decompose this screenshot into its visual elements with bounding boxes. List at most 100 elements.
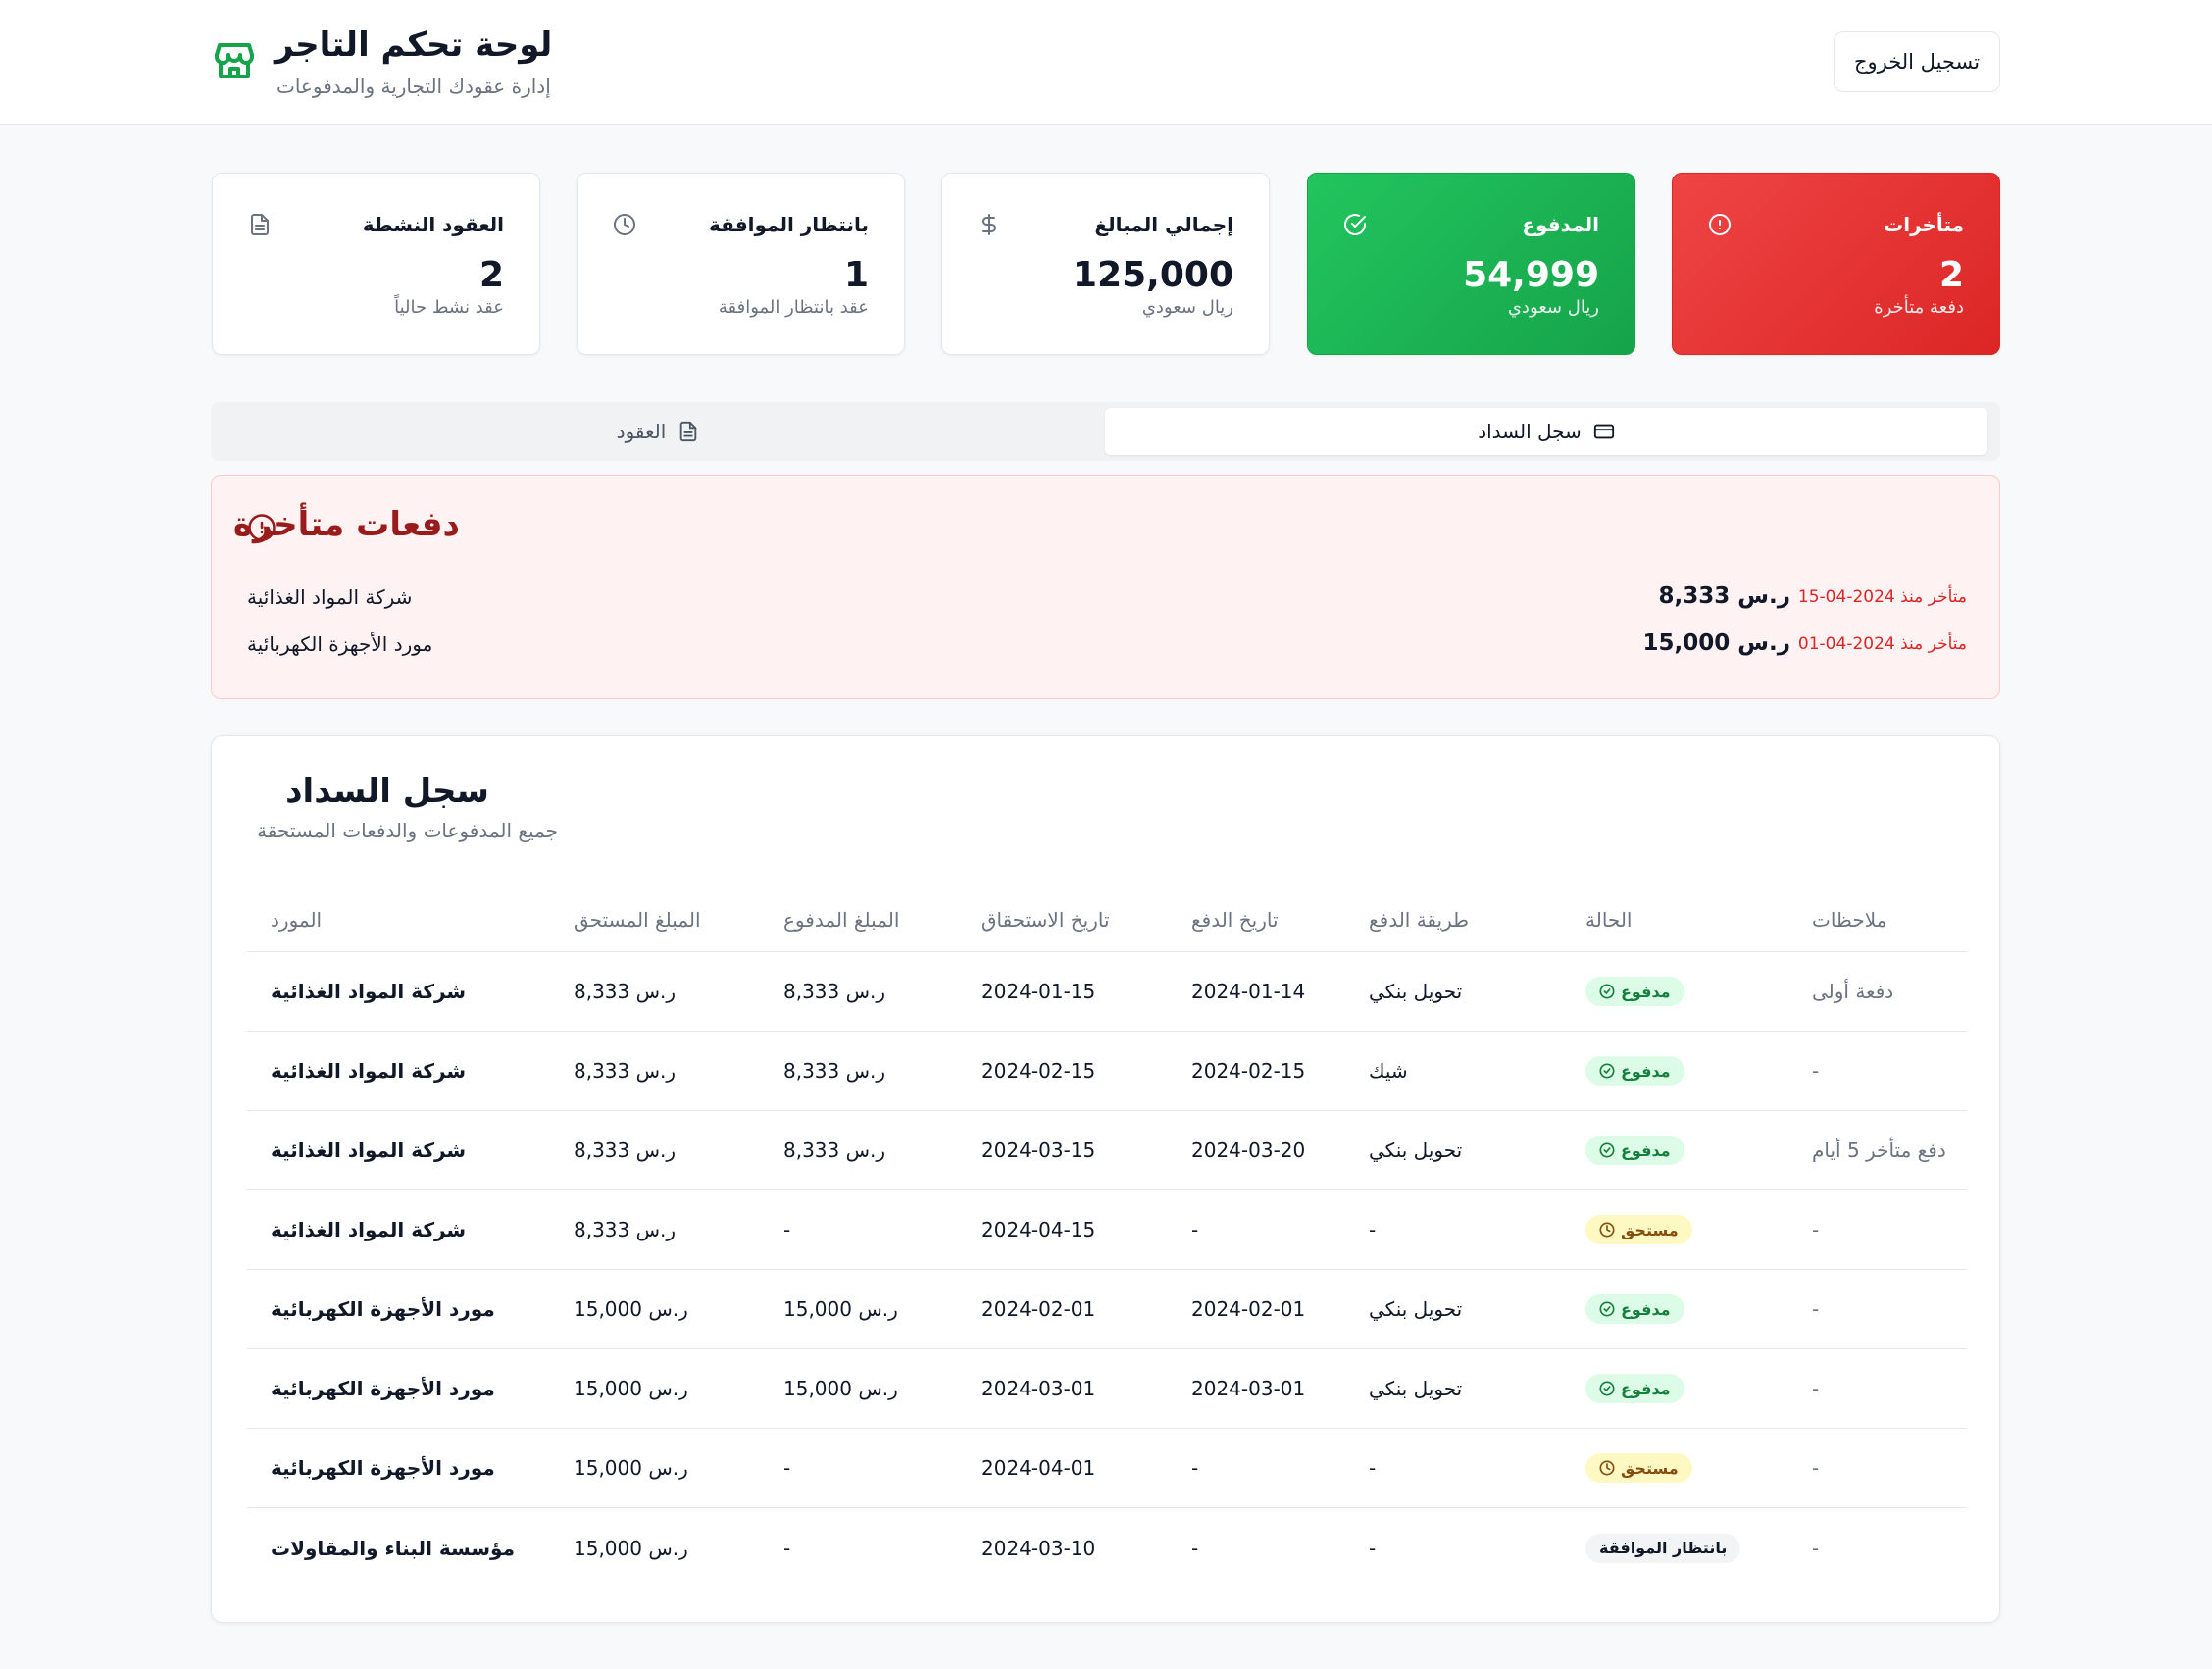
tab-label: سجل السداد [1478,420,1582,443]
cell-status: مدفوع [1585,1056,1684,1086]
stat-title: المدفوع [1522,213,1599,236]
cell-amount-due: 8,333 ر.س [574,980,677,1003]
status-badge: مستحق [1585,1215,1692,1244]
stat-value: 2 [478,255,504,295]
status-badge-label: مدفوع [1621,982,1671,1001]
stat-card-overdue: متأخرات 2 دفعة متأخرة [1672,173,2000,355]
cell-due-date: 2024-02-15 [981,1059,1096,1083]
cell-amount-due: 15,000 ر.س [574,1536,688,1560]
cell-amount-paid: 8,333 ر.س [783,1059,886,1083]
cell-notes: - [1812,1377,1820,1400]
page-title: لوحة تحكم التاجر [275,25,553,65]
cell-supplier: مورد الأجهزة الكهربائية [271,1456,495,1480]
tab-bar: العقود سجل السداد [211,402,2000,461]
check-circle-icon [1344,214,1366,236]
cell-supplier: شركة المواد الغذائية [271,1218,467,1241]
cell-pay-date: 2024-01-14 [1191,980,1306,1003]
table-row: شركة المواد الغذائية 8,333 ر.س 8,333 ر.س 20… [247,1032,1967,1111]
cell-status: مستحق [1585,1215,1692,1244]
check-circle-icon [1599,1142,1615,1158]
cell-notes: - [1812,1218,1820,1241]
stat-card-paid: المدفوع 54,999 ريال سعودي [1307,173,1635,355]
ledger-title: سجل السداد [285,772,489,811]
column-header-amount-due: المبلغ المستحق [574,907,701,932]
table-header-row: المورد المبلغ المستحق المبلغ المدفوع تار… [247,887,1967,952]
cell-notes: - [1812,1297,1820,1321]
overdue-since: متأخر منذ 2024-04-15 [1797,587,1967,607]
cell-pay-date: - [1191,1536,1199,1560]
cell-amount-due: 8,333 ر.س [574,1059,677,1083]
cell-amount-due: 15,000 ر.س [574,1377,688,1400]
cell-notes: دفعة أولى [1812,980,1894,1003]
stat-desc: دفعة متأخرة [1874,297,1964,318]
table-row: مورد الأجهزة الكهربائية 15,000 ر.س 15,000 … [247,1349,1967,1429]
cell-method: - [1369,1536,1377,1560]
table-row: شركة المواد الغذائية 8,333 ر.س 8,333 ر.س 20… [247,952,1967,1032]
overdue-amount: 8,333 ر.س [1658,583,1790,609]
overdue-since: متأخر منذ 2024-04-01 [1797,634,1967,654]
column-header-amount-paid: المبلغ المدفوع [783,907,900,932]
cell-method: - [1369,1218,1377,1241]
cell-pay-date: - [1191,1218,1199,1241]
stat-value: 54,999 [1463,255,1599,295]
cell-method: تحويل بنكي [1369,980,1463,1003]
overdue-amount: 15,000 ر.س [1642,631,1790,656]
cell-due-date: 2024-01-15 [981,980,1096,1003]
cell-pay-date: 2024-03-20 [1191,1138,1306,1162]
stat-title: إجمالي المبالغ [1094,213,1233,236]
payment-ledger-card: سجل السداد جميع المدفوعات والدفعات المست… [211,735,2000,1623]
cell-supplier: شركة المواد الغذائية [271,1059,467,1083]
cell-supplier: مورد الأجهزة الكهربائية [271,1377,495,1400]
cell-status: مستحق [1585,1453,1692,1483]
stat-card-total-amount: إجمالي المبالغ 125,000 ريال سعودي [941,173,1270,355]
dollar-icon [982,214,996,235]
column-header-method: طريقة الدفع [1369,907,1470,932]
cell-amount-due: 8,333 ر.س [574,1138,677,1162]
file-icon [680,421,697,442]
overdue-supplier: مورد الأجهزة الكهربائية [247,632,433,656]
stat-desc: ريال سعودي [1141,297,1233,318]
stat-card-pending-approval: بانتظار الموافقة 1 عقد بانتظار الموافقة [577,173,905,355]
cell-status: بانتظار الموافقة [1585,1533,1741,1563]
cell-due-date: 2024-03-15 [981,1138,1096,1162]
stat-title: بانتظار الموافقة [709,213,869,236]
cell-supplier: شركة المواد الغذائية [271,1138,467,1162]
check-circle-icon [1599,984,1615,999]
cell-notes: - [1812,1059,1820,1083]
clock-icon [614,214,635,235]
stat-title: متأخرات [1884,213,1964,236]
cell-amount-paid: - [783,1456,791,1480]
cell-amount-due: 8,333 ر.س [574,1218,677,1241]
column-header-notes: ملاحظات [1812,907,1887,932]
table-row: مؤسسة البناء والمقاولات 15,000 ر.س - 2024-0… [247,1508,1967,1588]
status-badge: مدفوع [1585,1056,1684,1086]
cell-pay-date: 2024-02-01 [1191,1297,1306,1321]
status-badge-label: مدفوع [1621,1140,1671,1160]
stat-card-active-contracts: العقود النشطة 2 عقد نشط حالياً [212,173,540,355]
cell-status: مدفوع [1585,1374,1684,1403]
cell-amount-paid: - [783,1536,791,1560]
column-header-due-date: تاريخ الاستحقاق [981,907,1110,932]
cell-amount-due: 15,000 ر.س [574,1456,688,1480]
stat-desc: عقد بانتظار الموافقة [718,297,869,318]
stat-desc: ريال سعودي [1507,297,1599,318]
stat-desc: عقد نشط حالياً [394,297,504,318]
alert-circle-icon [1709,214,1731,235]
cell-due-date: 2024-04-15 [981,1218,1096,1241]
overdue-supplier: شركة المواد الغذائية [247,585,413,609]
status-badge-label: مدفوع [1621,1299,1671,1319]
status-badge: مدفوع [1585,1294,1684,1324]
tab-payment-log[interactable]: سجل السداد [1105,408,1987,455]
check-circle-icon [1599,1301,1615,1317]
overdue-alert: دفعات متأخرة شركة المواد الغذائية 8,333 … [211,475,2000,699]
cell-amount-paid: - [783,1218,791,1241]
stat-value: 125,000 [1073,255,1233,295]
cell-due-date: 2024-04-01 [981,1456,1096,1480]
logout-button[interactable]: تسجيل الخروج [1834,31,2000,92]
cell-due-date: 2024-03-01 [981,1377,1096,1400]
credit-card-icon [1593,424,1614,439]
status-badge-label: مستحق [1621,1220,1679,1239]
tab-contracts[interactable]: العقود [217,408,1099,455]
page-subtitle: إدارة عقودك التجارية والمدفوعات [276,75,551,98]
cell-method: شيك [1369,1059,1408,1083]
